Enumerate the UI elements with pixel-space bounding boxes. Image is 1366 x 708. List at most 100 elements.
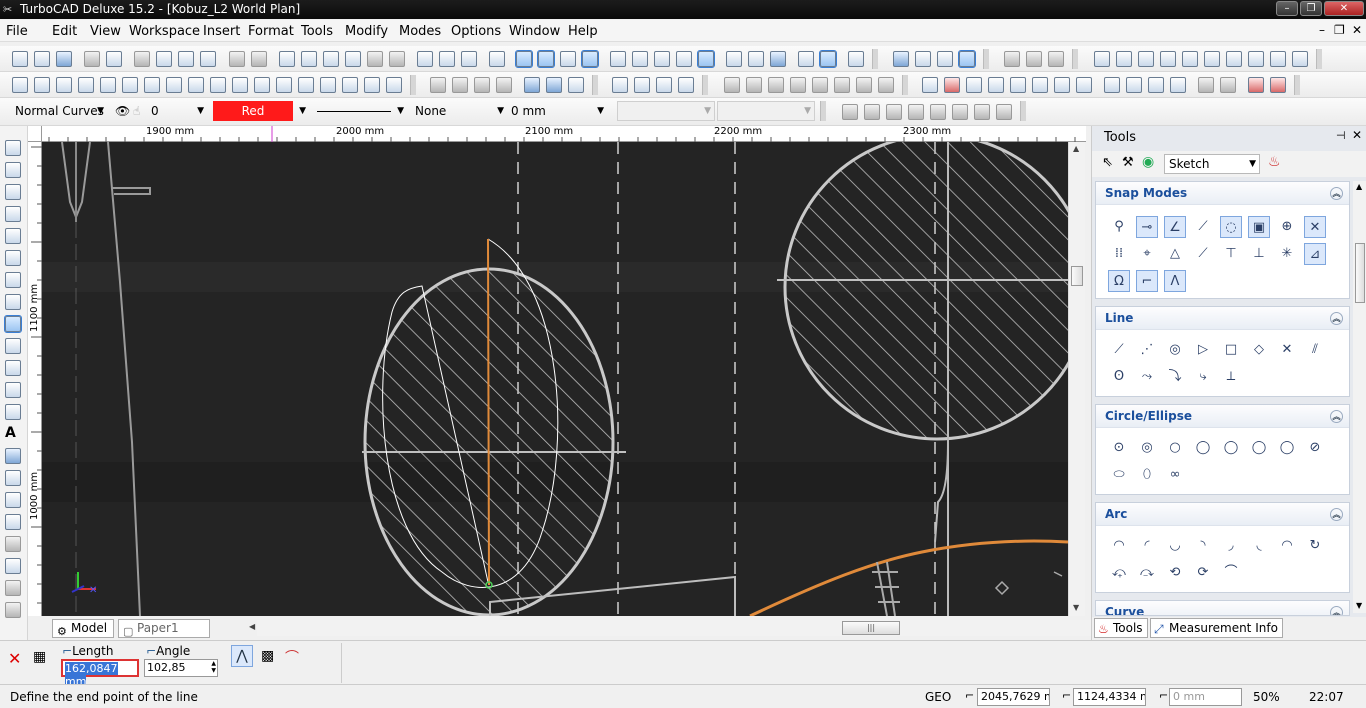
toolbar-overflow-9[interactable] — [1294, 75, 1300, 95]
dimension-icon[interactable] — [656, 77, 672, 93]
view-bottom-icon[interactable] — [1116, 51, 1132, 67]
snap-aperture-icon[interactable]: Λ — [1164, 270, 1186, 292]
doc-restore-button[interactable]: ❐ — [1334, 23, 1345, 37]
pipe-icon[interactable] — [276, 77, 292, 93]
toolbar-overflow-3[interactable] — [1072, 49, 1078, 69]
snap-perp-icon[interactable]: ⊥ — [1248, 243, 1270, 265]
color-dropdown[interactable]: ▼ — [296, 101, 310, 121]
panel-close-icon[interactable]: ✕ — [1352, 128, 1362, 142]
dimension-tool-icon[interactable] — [5, 492, 21, 508]
rectangle-tool-icon[interactable] — [5, 228, 21, 244]
rotate-icon[interactable] — [632, 51, 648, 67]
fillet-radius-icon[interactable] — [1126, 77, 1142, 93]
snap-triangle-icon[interactable]: △ — [1164, 243, 1186, 265]
menu-modify[interactable]: Modify — [345, 24, 388, 39]
tab-paper1[interactable]: ▢ Paper1 — [118, 619, 210, 638]
diamond-icon[interactable]: ◇ — [1248, 339, 1270, 361]
redo-icon[interactable] — [251, 51, 267, 67]
insert-icon[interactable] — [5, 602, 21, 618]
thread-icon[interactable] — [364, 77, 380, 93]
arc-elliptical5-icon[interactable]: ⌒ — [1220, 562, 1242, 584]
select-arrow-icon[interactable] — [5, 140, 21, 156]
boolean-subtract-icon[interactable] — [452, 77, 468, 93]
blend-icon[interactable] — [1032, 77, 1048, 93]
restore-button[interactable]: ❐ — [1300, 1, 1322, 16]
line-width-select[interactable]: 0 mm ▼ — [510, 101, 608, 121]
matrix-copy-icon[interactable] — [790, 77, 806, 93]
zoom-in-icon[interactable] — [279, 51, 295, 67]
arc-double-icon[interactable]: ◡ — [1164, 535, 1186, 557]
globe-icon[interactable]: ◉ — [1142, 154, 1154, 170]
modify-icon[interactable] — [5, 382, 21, 398]
eraser-icon[interactable] — [848, 51, 864, 67]
menu-format[interactable]: Format — [248, 24, 294, 39]
snap-active-icon[interactable] — [581, 50, 599, 68]
tangent-line-icon[interactable]: ⤵ — [1164, 366, 1186, 388]
menu-edit[interactable]: Edit — [52, 24, 77, 39]
line-pattern-select[interactable]: ▼ — [312, 101, 408, 121]
zoom-window-icon[interactable] — [323, 51, 339, 67]
view-right-icon[interactable] — [1160, 51, 1176, 67]
fillet-icon[interactable] — [1104, 77, 1120, 93]
angle-spinner-icon[interactable]: ▲ ▼ — [211, 660, 216, 674]
snap-vertex-panel-icon[interactable]: ⊸ — [1136, 216, 1158, 238]
tool-icon[interactable]: ⚒ — [1122, 155, 1134, 170]
snap-tangent-icon[interactable] — [952, 104, 968, 120]
shape-3d-icon[interactable] — [5, 338, 21, 354]
snap-tangent-panel-icon[interactable]: ⊤ — [1220, 243, 1242, 265]
workplane-icon[interactable] — [726, 51, 742, 67]
sphere-icon[interactable] — [56, 77, 72, 93]
circle-center-icon[interactable]: ⊙ — [1108, 437, 1130, 459]
snap-quadrant-icon[interactable] — [908, 104, 924, 120]
toolbar-overflow-11[interactable] — [1020, 101, 1026, 121]
toolbar-overflow-10[interactable] — [820, 101, 826, 121]
pin-icon[interactable]: ⊣ — [1336, 129, 1346, 142]
length-field[interactable]: 162,0847 mm — [61, 659, 139, 688]
move-icon[interactable] — [610, 51, 626, 67]
view-left-icon[interactable] — [1138, 51, 1154, 67]
toolbar-overflow-7[interactable] — [702, 75, 708, 95]
perpendicular-line-icon[interactable]: ⤷ — [1192, 366, 1214, 388]
chamfer-icon[interactable] — [1076, 77, 1092, 93]
spring-icon[interactable] — [342, 77, 358, 93]
tools-category-select[interactable]: Sketch ▼ — [1164, 154, 1260, 174]
explode-icon[interactable] — [834, 77, 850, 93]
angle-field[interactable]: 102,85 ▲ ▼ — [144, 659, 218, 677]
box-icon[interactable] — [12, 77, 28, 93]
render-wireframe-icon[interactable] — [893, 51, 909, 67]
lock-icon[interactable]: ☝ — [132, 101, 148, 121]
snap-drawing-aid-icon[interactable]: ⊿ — [1304, 243, 1326, 265]
group-header-curve[interactable]: Curve ︽ — [1096, 601, 1349, 615]
polyline-icon[interactable]: ⋰ — [1136, 339, 1158, 361]
zoom-all-icon[interactable] — [389, 51, 405, 67]
boolean-intersect-icon[interactable] — [474, 77, 490, 93]
single-line-icon[interactable]: ⟋ — [1108, 339, 1130, 361]
z-coordinate-field[interactable]: 0 mm — [1169, 688, 1242, 706]
copy-icon[interactable] — [156, 51, 172, 67]
circle-tan-icon[interactable]: ◯ — [1220, 437, 1242, 459]
arc-mode-icon[interactable]: ⌒ — [285, 647, 299, 667]
menu-workspace[interactable]: Workspace — [129, 24, 200, 39]
snap-grid-panel-icon[interactable]: ⁞⁞ — [1108, 243, 1130, 265]
snap-vertex-icon[interactable] — [842, 104, 858, 120]
circle-line-icon[interactable]: ◎ — [1164, 339, 1186, 361]
view-iso-icon[interactable] — [1004, 51, 1020, 67]
render-icon[interactable] — [461, 51, 477, 67]
cylinder-icon[interactable] — [34, 77, 50, 93]
facet-icon[interactable] — [568, 77, 584, 93]
point-icon[interactable] — [5, 162, 21, 178]
coordinates-icon[interactable] — [819, 50, 837, 68]
menu-modes[interactable]: Modes — [399, 24, 441, 39]
snap-free-icon[interactable]: ⚲ — [1108, 216, 1130, 238]
toolbar-overflow-2[interactable] — [983, 49, 989, 69]
text-tool-icon[interactable]: A — [5, 426, 21, 442]
zoom-extents-icon[interactable] — [345, 51, 361, 67]
arc-concentric-icon[interactable]: ◜ — [1136, 535, 1158, 557]
open-file-icon[interactable] — [34, 51, 50, 67]
snap-settings-icon[interactable] — [1270, 77, 1286, 93]
arc-center-icon[interactable]: ◠ — [1108, 535, 1130, 557]
wedge-icon[interactable] — [122, 77, 138, 93]
snap-perpendicular-icon[interactable] — [974, 104, 990, 120]
extrude-icon[interactable] — [166, 77, 182, 93]
workplane-by-face-icon[interactable] — [748, 51, 764, 67]
